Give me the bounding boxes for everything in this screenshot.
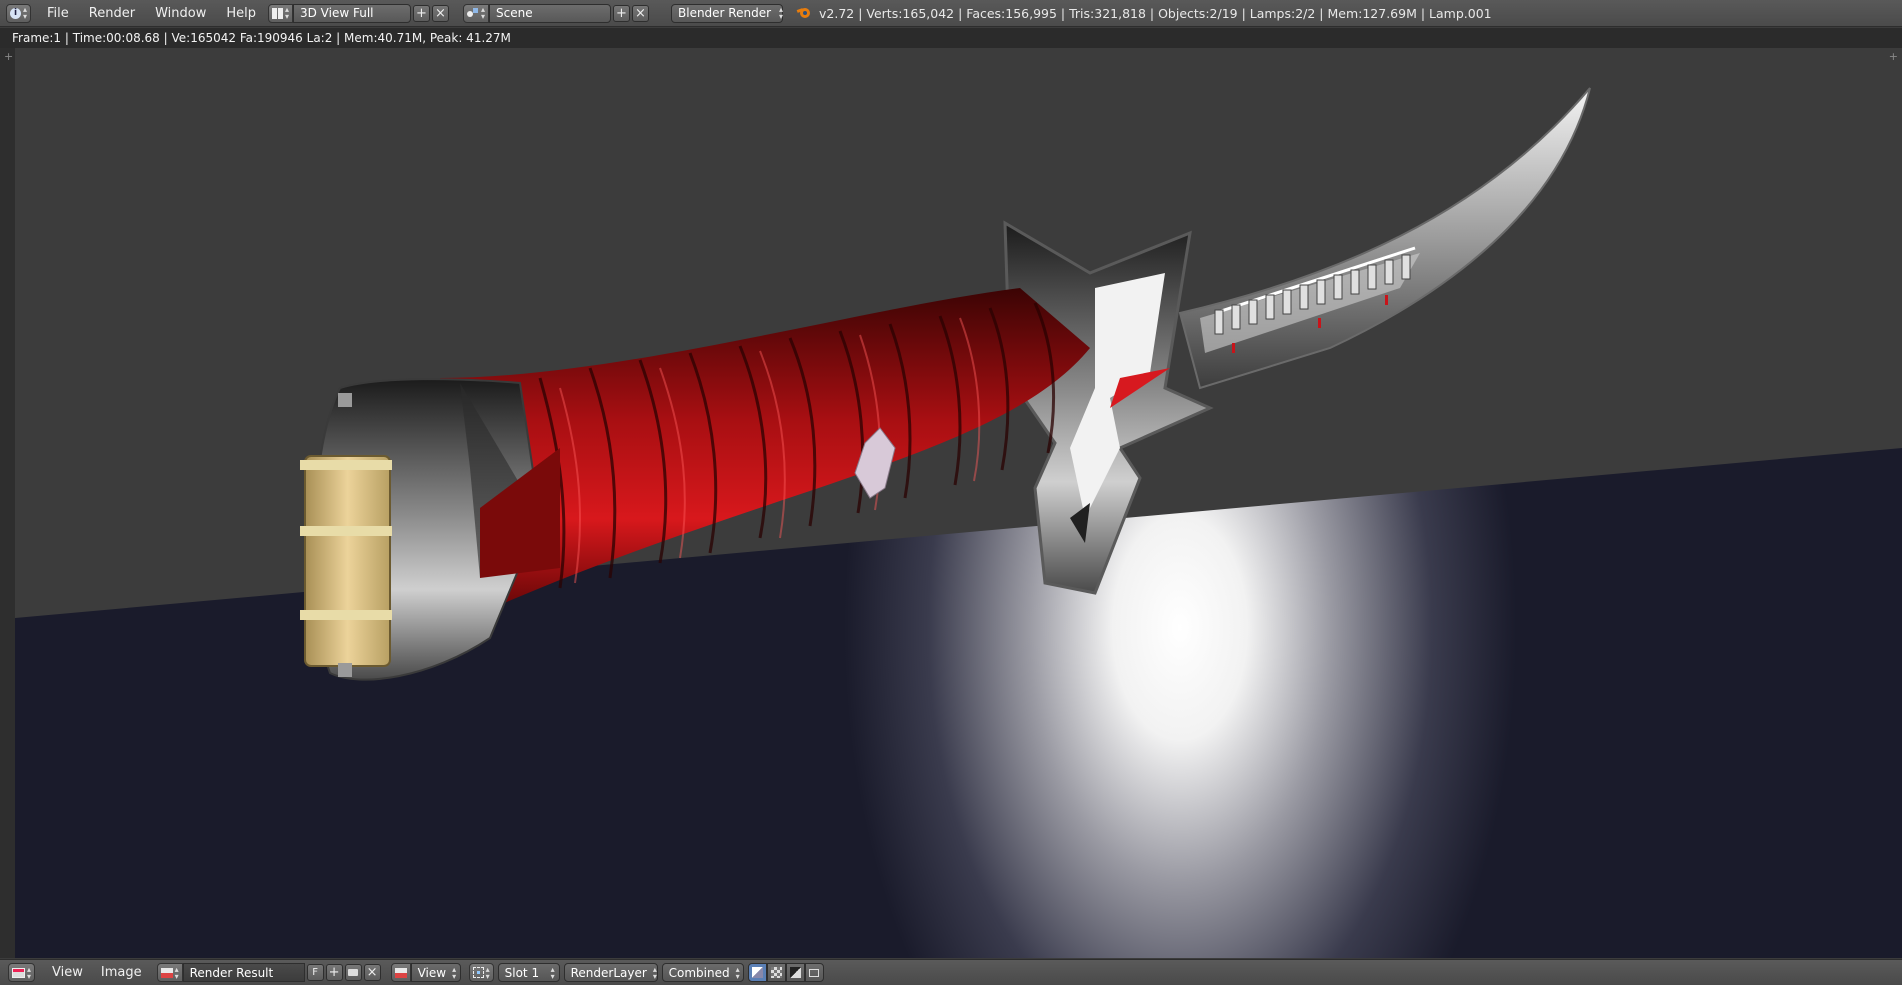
chevron-updown-icon: ▴ ▾ (452, 964, 457, 981)
chevron-updown-icon: ▴ ▾ (23, 5, 28, 21)
scene-statistics: v2.72 | Verts:165,042 | Faces:156,995 | … (796, 6, 1492, 21)
render-engine-dropdown[interactable]: Blender Render ▴ ▾ (671, 3, 784, 23)
scene-field[interactable]: Scene (489, 3, 611, 23)
fake-user-button[interactable]: F (306, 964, 324, 981)
render-image (0, 48, 1902, 958)
chevron-updown-icon: ▴ ▾ (284, 5, 289, 21)
view-mode-dropdown[interactable]: View ▴ ▾ (410, 963, 461, 982)
chevron-updown-icon: ▴ ▾ (480, 5, 485, 21)
pivot-icon (472, 967, 484, 978)
checker-icon (770, 967, 782, 978)
area-split-icon[interactable]: + (1889, 50, 1898, 63)
screen-layout-field[interactable]: 3D View Full (292, 3, 411, 23)
z-buffer-button[interactable] (785, 963, 805, 982)
color-alpha-icon (751, 967, 763, 978)
draw-alpha-button[interactable] (766, 963, 786, 982)
chevron-updown-icon: ▴ ▾ (735, 964, 740, 981)
menu-help[interactable]: Help (216, 0, 266, 27)
menu-image[interactable]: Image (92, 965, 151, 980)
image-icon (394, 967, 407, 978)
render-info-line: Frame:1 | Time:00:08.68 | Ve:165042 Fa:1… (0, 28, 1902, 48)
screen-layout-selector[interactable]: ▴ ▾ (267, 3, 293, 23)
editor-type-button[interactable]: i ▴ ▾ (6, 3, 32, 23)
image-editor-header: ▴ ▾ View Image ▴ ▾ Render Result F + × Vie… (0, 959, 1902, 985)
folder-icon (348, 969, 359, 976)
menu-render[interactable]: Render (79, 0, 145, 27)
scene-icon (466, 7, 479, 19)
menu-window[interactable]: Window (145, 0, 216, 27)
info-header: i ▴ ▾ File Render Window Help ▴ ▾ 3D View … (0, 0, 1902, 27)
add-layout-button[interactable]: + (412, 4, 430, 22)
delete-scene-button[interactable]: × (632, 4, 649, 22)
scene-selector[interactable]: ▴ ▾ (462, 3, 489, 23)
screen-layout-icon (271, 7, 283, 19)
pivot-button[interactable]: ▴ ▾ (468, 963, 494, 982)
channels-button[interactable] (804, 963, 824, 982)
add-scene-button[interactable]: + (613, 4, 630, 22)
sequence-icon (809, 968, 820, 977)
open-image-button[interactable] (344, 964, 362, 981)
area-split-icon[interactable]: + (4, 50, 13, 63)
blender-logo-icon (796, 7, 811, 19)
draw-color-button[interactable] (747, 963, 767, 982)
image-editor-icon (12, 967, 25, 978)
render-result-viewport[interactable]: + + (0, 48, 1902, 958)
chevron-updown-icon: ▴ ▾ (779, 5, 784, 21)
view-mode-icon-button[interactable] (390, 963, 411, 982)
render-pass-dropdown[interactable]: Combined ▴ ▾ (661, 963, 744, 982)
z-buffer-icon (789, 967, 801, 978)
delete-layout-button[interactable]: × (431, 4, 449, 22)
chevron-updown-icon: ▴ ▾ (174, 964, 179, 981)
image-name-field[interactable]: Render Result (182, 963, 305, 982)
unlink-image-button[interactable]: × (363, 964, 381, 981)
menu-file[interactable]: File (37, 0, 79, 27)
editor-type-button[interactable]: ▴ ▾ (8, 963, 36, 982)
render-layer-dropdown[interactable]: RenderLayer ▴ ▾ (563, 963, 658, 982)
chevron-updown-icon: ▴ ▾ (485, 964, 490, 981)
menu-view[interactable]: View (43, 965, 92, 980)
new-image-button[interactable]: + (325, 964, 343, 981)
image-icon (160, 967, 173, 978)
chevron-updown-icon: ▴ ▾ (550, 964, 555, 981)
info-icon: i (10, 7, 21, 19)
render-slot-dropdown[interactable]: Slot 1 ▴ ▾ (497, 963, 560, 982)
image-browse-button[interactable]: ▴ ▾ (156, 963, 183, 982)
chevron-updown-icon: ▴ ▾ (652, 964, 657, 981)
chevron-updown-icon: ▴ ▾ (27, 964, 32, 981)
